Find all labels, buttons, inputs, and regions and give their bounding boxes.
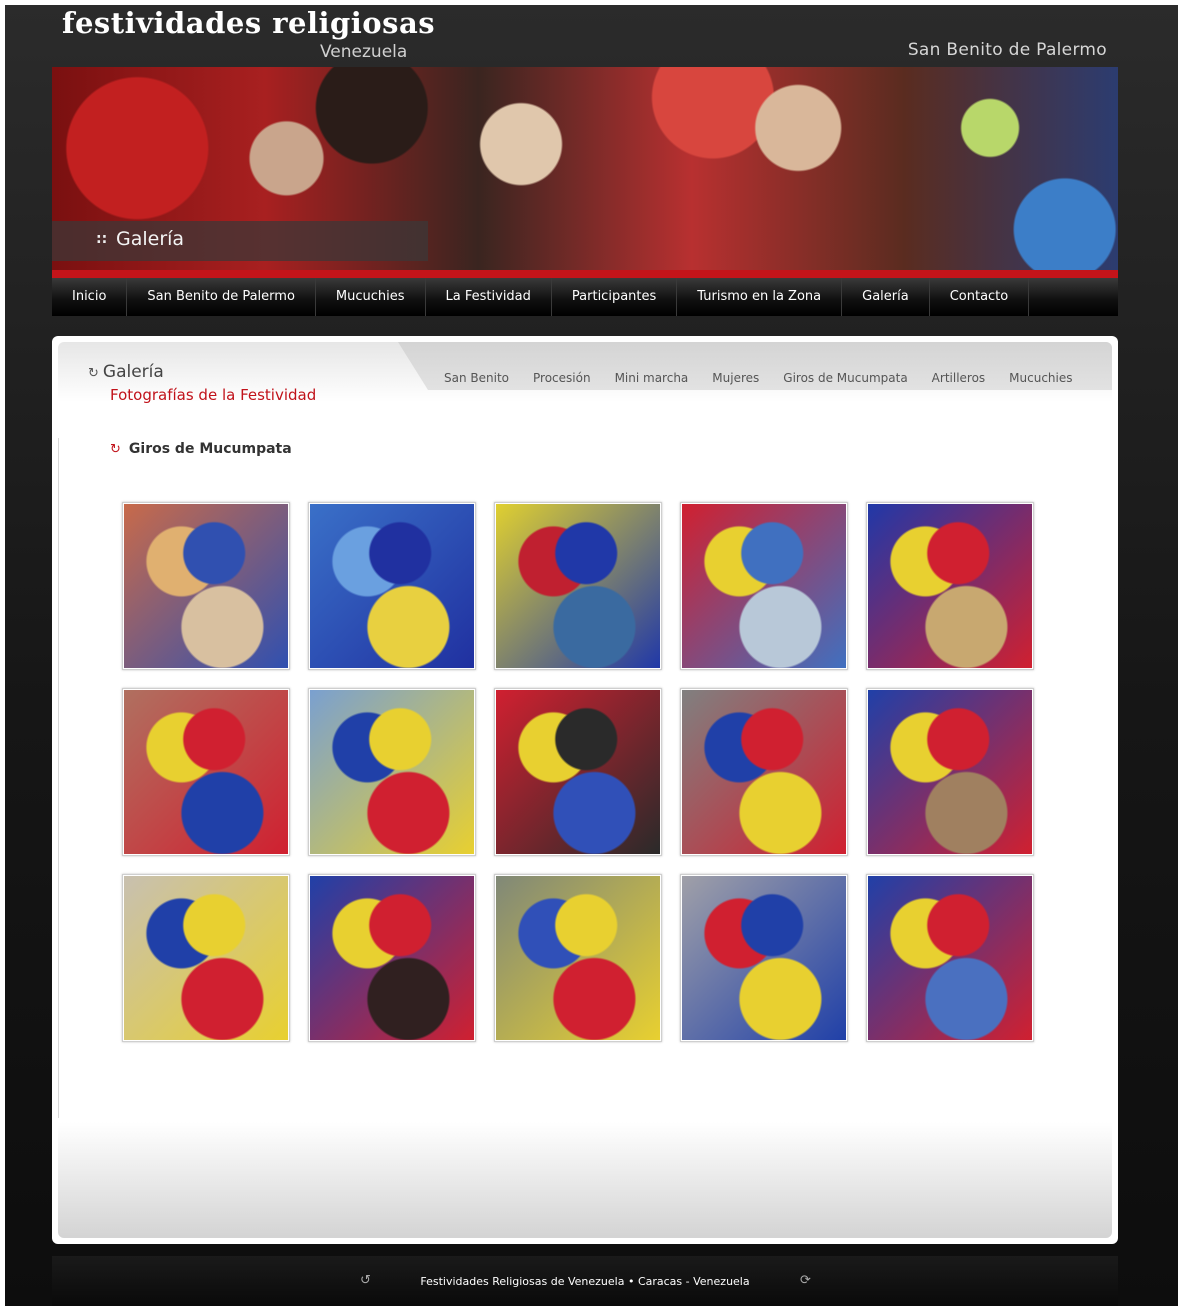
bullet-icon: :: [96,231,108,247]
subnav-item-giros-de-mucumpata[interactable]: Giros de Mucumpata [771,371,919,385]
nav-item-mucuchies[interactable]: Mucuchies [316,278,426,316]
divider [58,438,59,1118]
subnav-item-mujeres[interactable]: Mujeres [700,371,771,385]
gallery-thumbnail[interactable] [494,502,662,670]
gallery-thumbnail[interactable] [680,874,848,1042]
content-panel-inner: ↻ Galería Fotografías de la Festividad Sa… [58,342,1112,1238]
gallery-thumbnail[interactable] [494,874,662,1042]
gallery-photo [124,876,288,1040]
gallery-thumbnail[interactable] [122,874,290,1042]
gallery-photo [682,876,846,1040]
gallery-thumbnail[interactable] [308,502,476,670]
gallery-photo [124,690,288,854]
gallery-photo [682,690,846,854]
subnav-item-san-benito[interactable]: San Benito [432,371,521,385]
gallery-photo [868,690,1032,854]
page-title-text: Galería [102,362,164,382]
gallery-photo [496,690,660,854]
nav-item-turismo[interactable]: Turismo en la Zona [677,278,843,316]
gallery-thumbnail[interactable] [122,688,290,856]
gallery-thumbnail[interactable] [866,502,1034,670]
footer: ↺ Festividades Religiosas de Venezuela •… [52,1256,1118,1306]
gallery-photo [868,876,1032,1040]
nav-item-inicio[interactable]: Inicio [52,278,128,316]
banner-divider [52,270,1118,278]
subnav-item-artilleros[interactable]: Artilleros [920,371,998,385]
section-title: ↻ Giros de Mucumpata [110,438,292,457]
subnav-item-procesion[interactable]: Procesión [521,371,603,385]
gallery-photo [868,504,1032,668]
nav-item-contacto[interactable]: Contacto [930,278,1030,316]
gallery-photo [124,504,288,668]
nav-item-participantes[interactable]: Participantes [552,278,678,316]
banner-label-text: Galería [116,228,185,250]
site-logo[interactable]: festividades religiosas Venezuela [62,6,436,62]
gallery-photo [310,690,474,854]
arrow-icon: ↻ [88,366,99,381]
arrow-icon: ↻ [110,442,121,457]
gallery-thumbnail[interactable] [494,688,662,856]
gallery-thumbnail[interactable] [308,688,476,856]
page-title: ↻ Galería [88,362,164,382]
gallery-thumbnail[interactable] [866,874,1034,1042]
gallery-subnav: San Benito Procesión Mini marcha Mujeres… [432,371,1085,385]
main-nav: Inicio San Benito de Palermo Mucuchies L… [52,278,1118,316]
gallery-thumbnail[interactable] [122,502,290,670]
logo-subtitle: Venezuela [320,42,408,62]
nav-item-san-benito-de-palermo[interactable]: San Benito de Palermo [127,278,316,316]
footer-text: Festividades Religiosas de Venezuela • C… [420,1275,750,1288]
logo-title: festividades religiosas [62,6,436,40]
gallery-photo [682,504,846,668]
gallery-photo [310,876,474,1040]
gallery-photo [310,504,474,668]
gallery-thumbnail[interactable] [866,688,1034,856]
page-subtitle: Fotografías de la Festividad [110,386,317,404]
gallery-photo [496,504,660,668]
section-title-text: Giros de Mucumpata [128,441,292,457]
nav-item-la-festividad[interactable]: La Festividad [426,278,552,316]
gallery-thumbnail[interactable] [308,874,476,1042]
next-arrow-icon[interactable]: ⟳ [800,1273,811,1288]
subnav-item-mucuchies[interactable]: Mucuchies [997,371,1084,385]
site-subtitle: San Benito de Palermo [907,40,1107,60]
gallery-photo [496,876,660,1040]
nav-item-galeria[interactable]: Galería [842,278,930,316]
gallery-thumbnail[interactable] [680,502,848,670]
gallery-thumbnail[interactable] [680,688,848,856]
content-panel: ↻ Galería Fotografías de la Festividad Sa… [52,336,1118,1244]
banner-label: :: Galería [52,221,428,261]
subnav-item-mini-marcha[interactable]: Mini marcha [603,371,701,385]
